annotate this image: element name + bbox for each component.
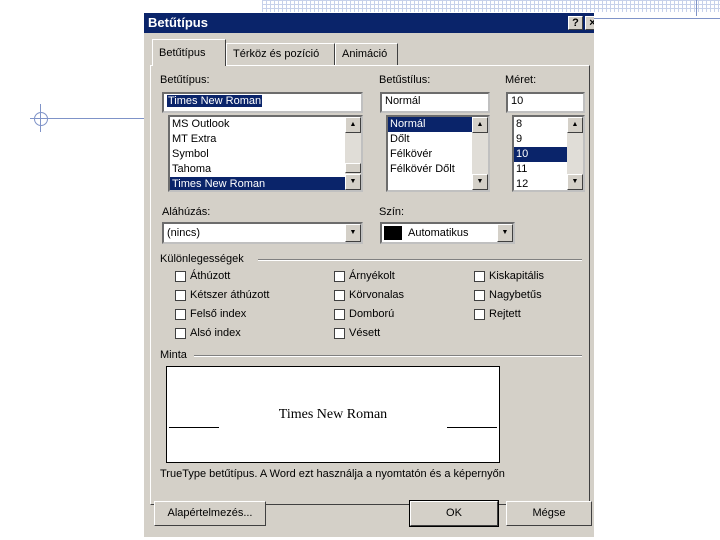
preview-note: TrueType betűtípus. A Word ezt használja… [160, 468, 505, 480]
style-label: Betűstílus: [379, 74, 431, 86]
font-dialog: Betűtípus ? × Betűtípus Térköz és pozíci… [144, 13, 594, 537]
background-line [594, 18, 720, 19]
preview-text: Times New Roman [278, 407, 388, 422]
list-item[interactable]: MS Outlook [170, 117, 361, 132]
font-input-value: Times New Roman [167, 95, 263, 107]
background-grid [262, 0, 720, 12]
underline-value: (nincs) [167, 227, 201, 239]
tab-font[interactable]: Betűtípus [152, 39, 226, 66]
preview-label: Minta [160, 349, 187, 361]
scroll-down-icon[interactable]: ▼ [345, 174, 361, 190]
tab-label: Animáció [342, 48, 388, 60]
effects-label: Különlegességek [160, 253, 244, 265]
size-list[interactable]: 8 9 10 11 12 ▲ ▼ [512, 115, 585, 192]
chevron-down-icon[interactable]: ▼ [497, 224, 513, 242]
baseline-left [169, 427, 219, 428]
hidden-label: Rejtett [489, 308, 521, 320]
close-button[interactable]: × [585, 16, 594, 30]
all-caps-checkbox[interactable] [474, 290, 485, 301]
tab-spacing-position[interactable]: Térköz és pozíció [226, 43, 335, 65]
underline-label: Aláhúzás: [162, 206, 211, 218]
all-caps-label: Nagybetűs [489, 289, 542, 301]
scrollbar[interactable]: ▲ ▼ [567, 117, 583, 190]
scrollbar[interactable]: ▲ ▼ [345, 117, 361, 190]
subscript-label: Alsó index [190, 327, 241, 339]
superscript-checkbox[interactable] [175, 309, 186, 320]
shadow-checkbox[interactable] [334, 271, 345, 282]
scroll-up-icon[interactable]: ▲ [567, 117, 583, 133]
tab-label: Térköz és pozíció [233, 48, 320, 60]
cancel-button[interactable]: Mégse [506, 501, 592, 526]
font-label: Betűtípus: [160, 74, 210, 86]
style-input-value: Normál [385, 95, 421, 107]
list-item-selected[interactable]: Times New Roman [170, 177, 361, 190]
color-select[interactable]: Automatikus ▼ [380, 222, 515, 244]
size-input-value: 10 [511, 95, 524, 107]
list-item[interactable]: Tahoma [170, 162, 361, 177]
tab-label: Betűtípus [159, 47, 206, 59]
engrave-checkbox[interactable] [334, 328, 345, 339]
title-bar: Betűtípus ? × [144, 13, 594, 33]
dialog-title: Betűtípus [148, 15, 208, 30]
scroll-up-icon[interactable]: ▲ [345, 117, 361, 133]
baseline-right [447, 427, 497, 428]
color-swatch [384, 226, 402, 240]
engrave-label: Vésett [349, 327, 381, 339]
size-label: Méret: [505, 74, 537, 86]
strikethrough-label: Áthúzott [190, 270, 231, 282]
background-circle [34, 112, 48, 126]
emboss-checkbox[interactable] [334, 309, 345, 320]
underline-select[interactable]: (nincs) ▼ [162, 222, 363, 244]
outline-checkbox[interactable] [334, 290, 345, 301]
color-label: Szín: [379, 206, 405, 218]
ok-button[interactable]: OK [409, 500, 499, 527]
small-caps-label: Kiskapitális [489, 270, 545, 282]
subscript-checkbox[interactable] [175, 328, 186, 339]
outline-label: Körvonalas [349, 289, 405, 301]
shadow-label: Árnyékolt [349, 270, 395, 282]
hidden-checkbox[interactable] [474, 309, 485, 320]
scroll-down-icon[interactable]: ▼ [472, 174, 488, 190]
list-item[interactable]: MT Extra [170, 132, 361, 147]
scroll-down-icon[interactable]: ▼ [567, 174, 583, 190]
default-button[interactable]: Alapértelmezés... [154, 501, 266, 526]
small-caps-checkbox[interactable] [474, 271, 485, 282]
effects-divider [258, 259, 582, 261]
color-value: Automatikus [408, 227, 469, 239]
style-list[interactable]: Normál Dőlt Félkövér Félkövér Dőlt ▲ ▼ [386, 115, 490, 192]
preview-box: Times New Roman [166, 366, 500, 463]
tab-animation[interactable]: Animáció [335, 43, 398, 65]
strikethrough-checkbox[interactable] [175, 271, 186, 282]
scrollbar[interactable]: ▲ ▼ [472, 117, 488, 190]
superscript-label: Felső index [190, 308, 247, 320]
scroll-up-icon[interactable]: ▲ [472, 117, 488, 133]
double-strikethrough-label: Kétszer áthúzott [190, 289, 270, 301]
font-input[interactable]: Times New Roman [162, 92, 363, 113]
help-button[interactable]: ? [568, 16, 583, 30]
preview-divider [194, 355, 582, 357]
chevron-down-icon[interactable]: ▼ [345, 224, 361, 242]
scroll-thumb[interactable] [345, 163, 361, 173]
background-line [696, 0, 697, 16]
emboss-label: Domború [349, 308, 395, 320]
font-list[interactable]: MS Outlook MT Extra Symbol Tahoma Times … [168, 115, 363, 192]
style-input[interactable]: Normál [380, 92, 490, 113]
size-input[interactable]: 10 [506, 92, 585, 113]
double-strikethrough-checkbox[interactable] [175, 290, 186, 301]
list-item[interactable]: Symbol [170, 147, 361, 162]
